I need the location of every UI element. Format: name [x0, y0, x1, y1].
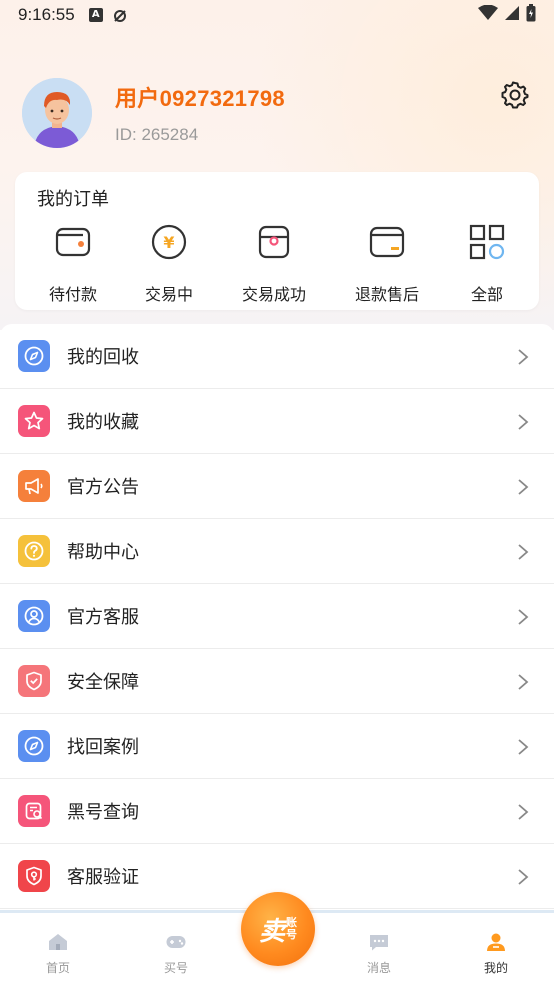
- chevron-right-icon: [518, 739, 529, 755]
- menu-item-security[interactable]: 安全保障: [0, 649, 554, 714]
- order-refund[interactable]: 退款售后: [337, 222, 437, 305]
- order-pending-payment[interactable]: 待付款: [23, 222, 123, 305]
- grid-icon: [469, 224, 505, 260]
- sell-sub-bottom: 号: [286, 928, 297, 941]
- chevron-right-icon: [518, 349, 529, 365]
- menu-label: 客服验证: [67, 867, 139, 888]
- chevron-right-icon: [518, 674, 529, 690]
- compass-icon: [18, 730, 50, 762]
- settings-button[interactable]: [500, 80, 530, 110]
- profile-header[interactable]: 用户0927321798 ID: 265284: [22, 78, 285, 148]
- sell-account-button[interactable]: 卖 账 号: [241, 892, 315, 966]
- menu-item-announcements[interactable]: 官方公告: [0, 454, 554, 519]
- refund-card-icon: [369, 226, 405, 258]
- chevron-right-icon: [518, 609, 529, 625]
- my-orders-title: 我的订单: [37, 189, 109, 210]
- nav-label: 我的: [483, 961, 508, 975]
- nav-buy[interactable]: 买号: [136, 931, 216, 976]
- chevron-right-icon: [518, 869, 529, 885]
- chevron-right-icon: [518, 544, 529, 560]
- menu-label: 找回案例: [67, 737, 139, 758]
- my-orders-card: 我的订单 待付款 ¥ 交易中 交易成功 退款售后 全部: [15, 172, 539, 310]
- star-icon: [18, 405, 50, 437]
- sell-sub-label: 账 号: [286, 917, 297, 941]
- compass-icon: [18, 340, 50, 372]
- message-icon: [370, 935, 388, 951]
- menu-label: 帮助中心: [67, 542, 139, 563]
- order-label: 退款售后: [354, 285, 419, 304]
- nav-label: 首页: [45, 961, 70, 975]
- menu-label: 官方客服: [67, 607, 139, 628]
- menu-item-blacklist-lookup[interactable]: 黑号查询: [0, 779, 554, 844]
- nav-label: 买号: [163, 961, 188, 975]
- order-label: 交易中: [144, 285, 193, 304]
- shield-icon: [18, 665, 50, 697]
- search-doc-icon: [18, 795, 50, 827]
- signal-icon: [504, 5, 520, 25]
- menu-label: 我的收藏: [67, 412, 139, 433]
- username: 用户0927321798: [115, 86, 285, 111]
- wifi-icon: [478, 4, 498, 25]
- menu-item-my-favorites[interactable]: 我的收藏: [0, 389, 554, 454]
- nav-label: 消息: [366, 961, 391, 975]
- order-in-trade[interactable]: ¥ 交易中: [119, 222, 219, 305]
- order-label: 全部: [470, 285, 503, 304]
- menu-label: 官方公告: [67, 477, 139, 498]
- svg-text:¥: ¥: [163, 233, 174, 252]
- sell-main-label: 卖: [258, 916, 285, 947]
- nav-home[interactable]: 首页: [18, 931, 98, 976]
- menu-label: 安全保障: [67, 672, 139, 693]
- menu-item-recovery-cases[interactable]: 找回案例: [0, 714, 554, 779]
- status-time: 9:16:55: [18, 5, 75, 24]
- status-bar: 9:16:55 A: [0, 0, 554, 30]
- user-service-icon: [18, 600, 50, 632]
- order-label: 待付款: [48, 285, 97, 304]
- order-label: 交易成功: [241, 285, 306, 304]
- nav-messages[interactable]: 消息: [339, 931, 419, 976]
- chevron-right-icon: [518, 414, 529, 430]
- profile-icon: [487, 933, 505, 951]
- no-sync-icon: [113, 8, 127, 22]
- avatar[interactable]: [22, 78, 92, 148]
- gamepad-icon: [166, 936, 186, 948]
- chevron-right-icon: [518, 479, 529, 495]
- megaphone-icon: [18, 470, 50, 502]
- wallet-icon: [55, 227, 91, 257]
- menu-item-customer-service[interactable]: 官方客服: [0, 584, 554, 649]
- user-id: ID: 265284: [115, 125, 199, 144]
- chevron-right-icon: [518, 804, 529, 820]
- shield-key-icon: [18, 860, 50, 892]
- order-all[interactable]: 全部: [437, 222, 537, 305]
- home-icon: [49, 934, 67, 950]
- menu-label: 我的回收: [67, 347, 139, 368]
- battery-icon: [526, 4, 536, 26]
- nav-mine[interactable]: 我的: [456, 931, 536, 976]
- gear-icon: [501, 81, 529, 109]
- bag-check-icon: [258, 225, 290, 259]
- menu-label: 黑号查询: [67, 802, 139, 823]
- yuan-coin-icon: ¥: [151, 224, 187, 260]
- menu-list: 我的回收 我的收藏 官方公告 帮助中心 官方客服 安全保障 找回案例 黑号查询 …: [0, 324, 554, 909]
- order-success[interactable]: 交易成功: [224, 222, 324, 305]
- question-icon: [18, 535, 50, 567]
- menu-item-help-center[interactable]: 帮助中心: [0, 519, 554, 584]
- menu-item-my-recycle[interactable]: 我的回收: [0, 324, 554, 389]
- a-badge-icon: A: [88, 8, 103, 22]
